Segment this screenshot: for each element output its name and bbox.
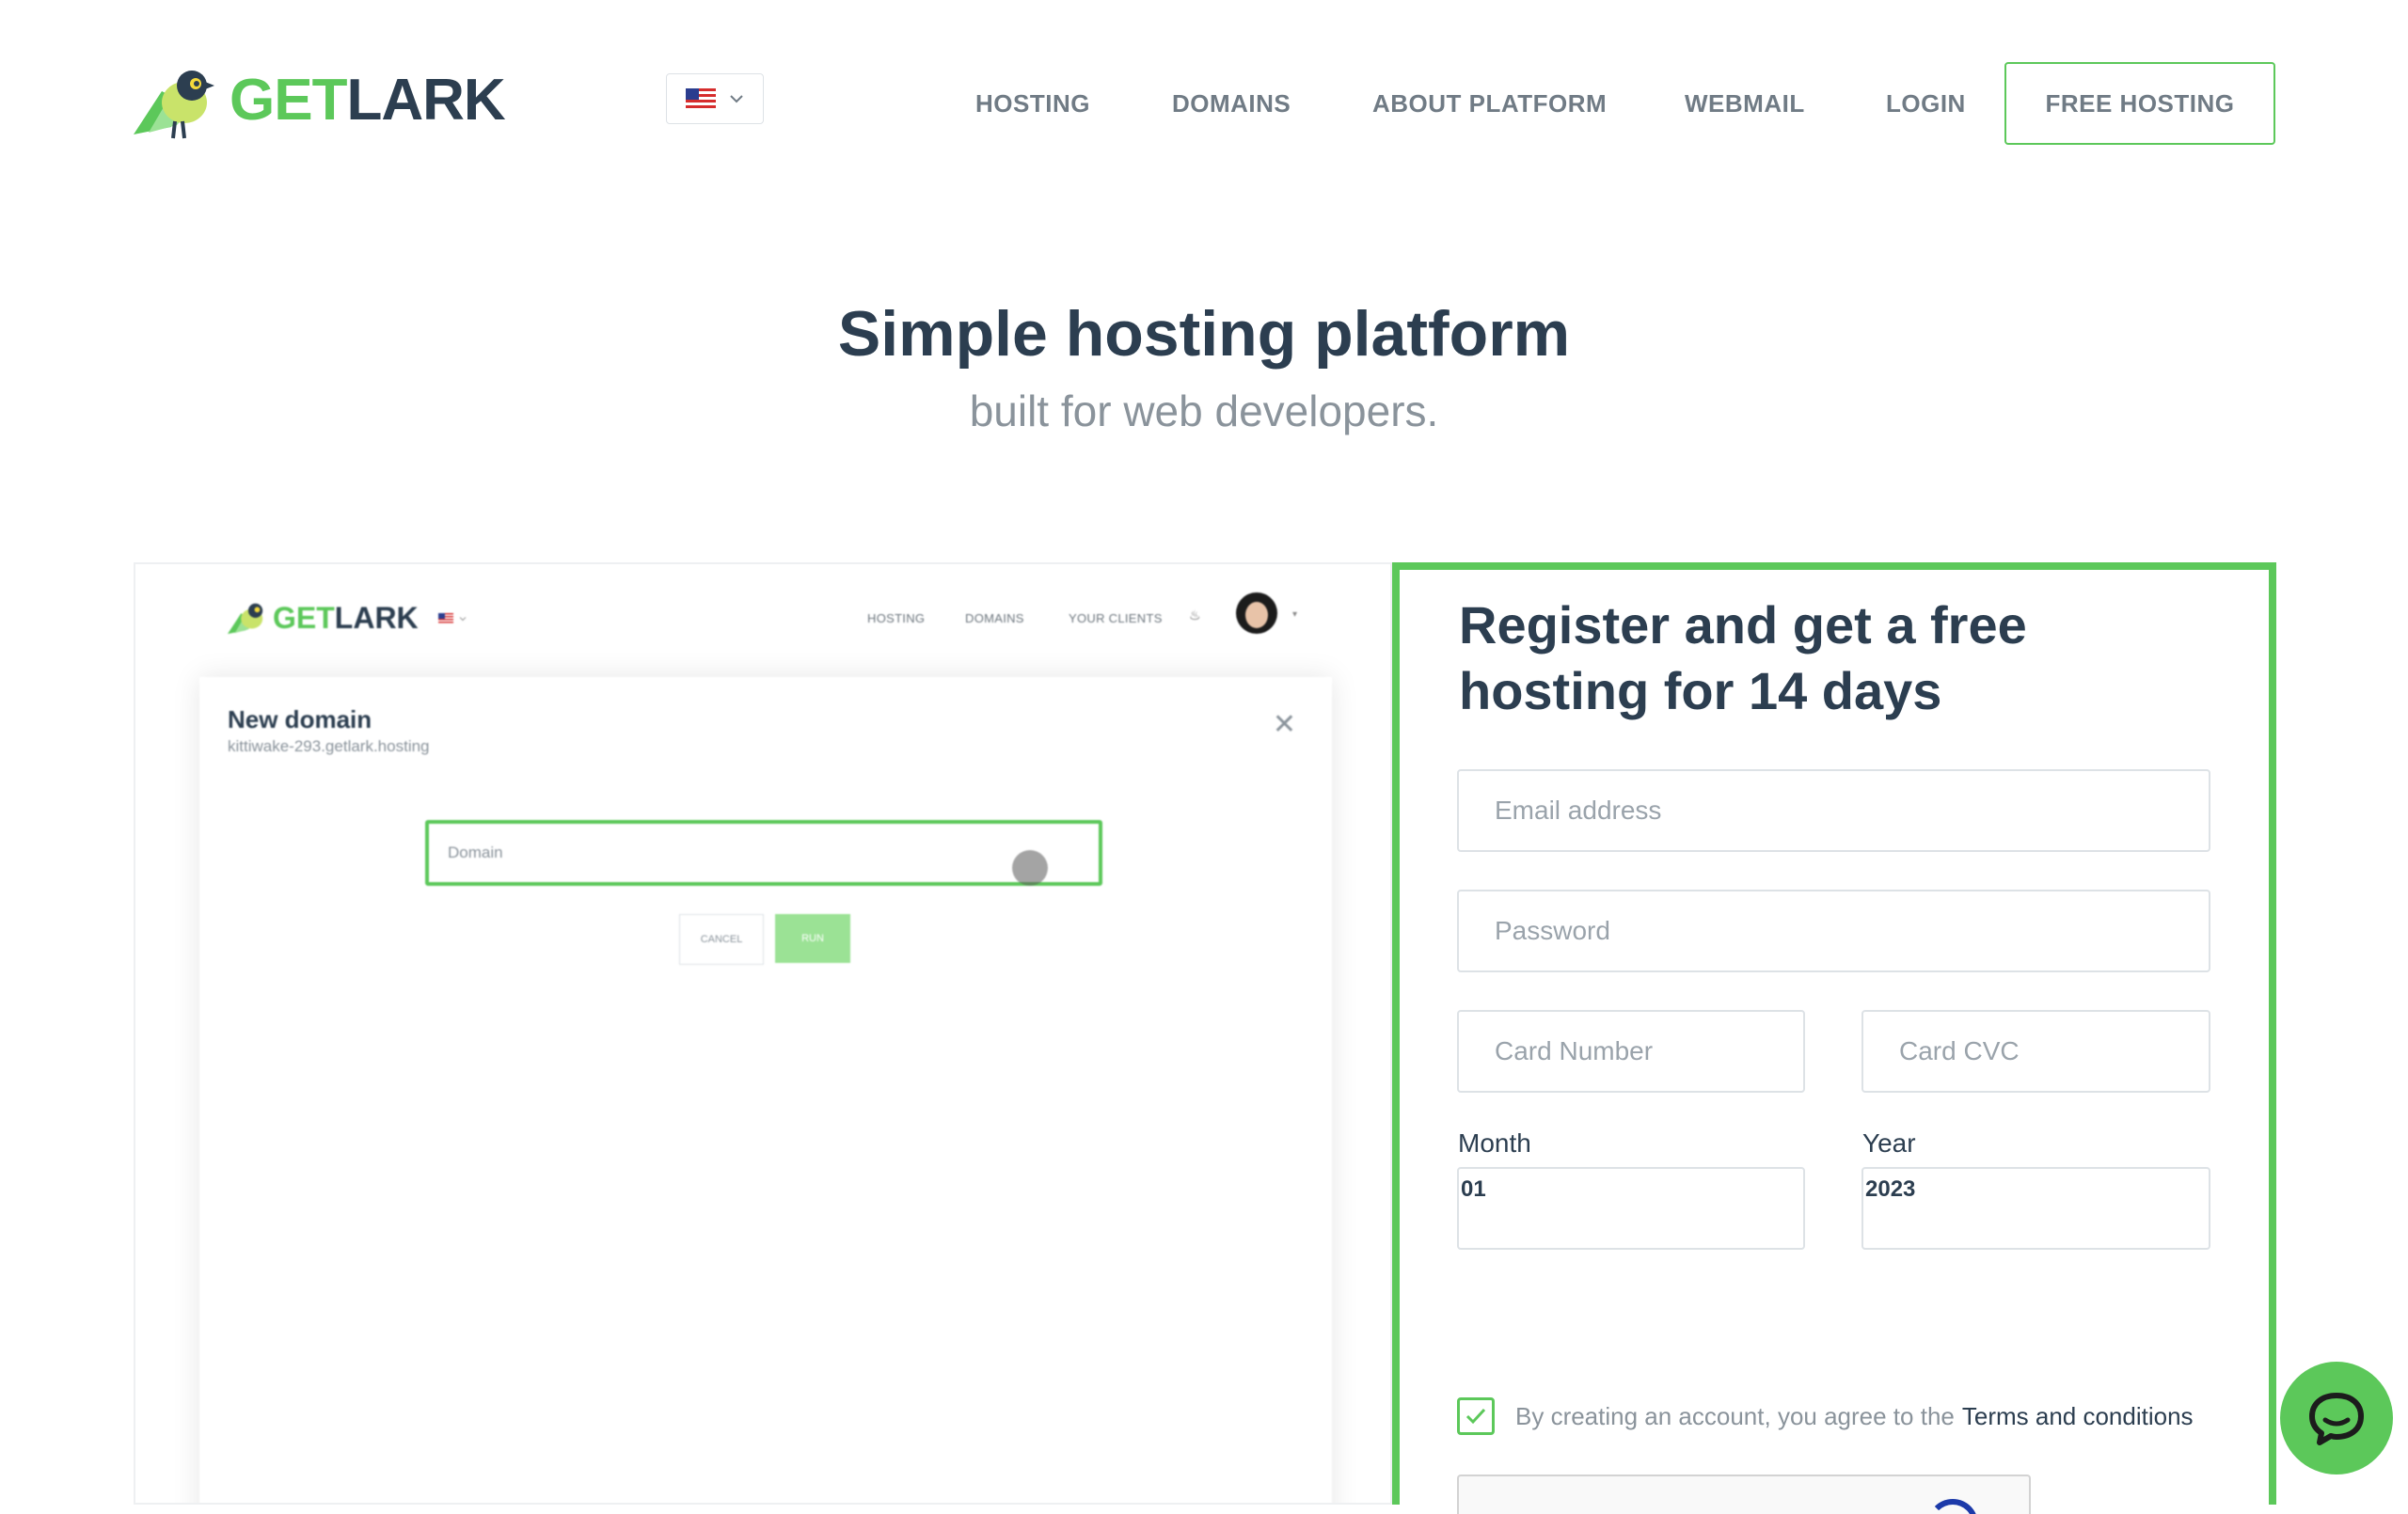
email-field[interactable] xyxy=(1457,769,2210,852)
modal-title: New domain xyxy=(228,705,372,733)
lark-bird-icon xyxy=(134,71,214,139)
register-title: Register and get a free hosting for 14 d… xyxy=(1459,595,2027,720)
free-hosting-button[interactable]: FREE HOSTING xyxy=(2004,62,2275,145)
terms-text: By creating an account, you agree to the xyxy=(1515,1401,1955,1430)
nav-domains[interactable]: DOMAINS xyxy=(1172,62,1291,145)
us-flag-icon xyxy=(438,613,453,623)
chat-bubble-icon xyxy=(2309,1393,2364,1445)
preview-run-button: RUN xyxy=(775,914,850,963)
close-icon: ✕ xyxy=(1272,709,1296,740)
year-label: Year xyxy=(1862,1128,1916,1158)
modal-subtitle: kittiwake-293.getlark.hosting xyxy=(228,737,430,755)
preview-cancel-button: CANCEL xyxy=(679,914,764,965)
avatar xyxy=(1236,592,1277,634)
chat-button[interactable] xyxy=(2280,1362,2393,1475)
cursor-indicator xyxy=(1012,850,1048,886)
card-cvc-field[interactable] xyxy=(1861,1010,2210,1093)
preview-logo-lark-text: LARK xyxy=(334,600,419,635)
chevron-down-icon xyxy=(459,616,467,621)
bell-icon: ♨ xyxy=(1189,607,1201,623)
recaptcha-widget[interactable] xyxy=(1457,1475,2031,1514)
app-preview-panel: GETLARK HOSTING DOMAINS YOUR CLIENTS ♨ ▾… xyxy=(134,562,1392,1505)
new-domain-modal: New domain kittiwake-293.getlark.hosting… xyxy=(199,677,1332,1503)
preview-language-select xyxy=(438,613,467,623)
nav-login[interactable]: LOGIN xyxy=(1886,62,1966,145)
language-select[interactable] xyxy=(666,73,764,124)
chevron-down-icon: ▾ xyxy=(1292,609,1298,620)
preview-logo: GETLARK xyxy=(226,598,419,638)
year-value: 2023 xyxy=(1865,1176,1916,1202)
checkmark-icon xyxy=(1465,1408,1486,1425)
logo-get-text: GET xyxy=(230,68,347,133)
terms-row: By creating an account, you agree to the… xyxy=(1457,1397,2194,1435)
nav-hosting[interactable]: HOSTING xyxy=(975,62,1090,145)
lark-bird-icon xyxy=(227,603,263,635)
hero-title: Simple hosting platform xyxy=(837,298,1571,370)
preview-domain-placeholder: Domain xyxy=(448,844,503,861)
getlark-logo[interactable]: GETLARK xyxy=(130,58,506,143)
card-number-field[interactable] xyxy=(1457,1010,1805,1093)
preview-logo-get-text: GET xyxy=(273,600,335,635)
preview-nav-your-clients: YOUR CLIENTS xyxy=(1069,611,1163,625)
terms-checkbox[interactable] xyxy=(1457,1397,1495,1435)
month-value: 01 xyxy=(1461,1176,1486,1202)
year-select[interactable]: 2023 xyxy=(1861,1167,2210,1250)
month-select[interactable]: 01 xyxy=(1457,1167,1805,1250)
hero-subtitle: built for web developers. xyxy=(969,386,1439,435)
month-label: Month xyxy=(1458,1128,1531,1158)
password-field[interactable] xyxy=(1457,890,2210,972)
recaptcha-icon xyxy=(1927,1499,1978,1514)
us-flag-icon xyxy=(686,88,716,109)
preview-nav-domains: DOMAINS xyxy=(965,611,1024,625)
preview-nav-hosting: HOSTING xyxy=(867,611,926,625)
preview-domain-input: Domain xyxy=(425,820,1102,886)
nav-webmail[interactable]: WEBMAIL xyxy=(1685,62,1805,145)
terms-link[interactable]: Terms and conditions xyxy=(1962,1402,2194,1431)
chevron-down-icon xyxy=(730,95,743,103)
nav-about-platform[interactable]: ABOUT PLATFORM xyxy=(1372,62,1607,145)
logo-lark-text: LARK xyxy=(346,68,505,133)
